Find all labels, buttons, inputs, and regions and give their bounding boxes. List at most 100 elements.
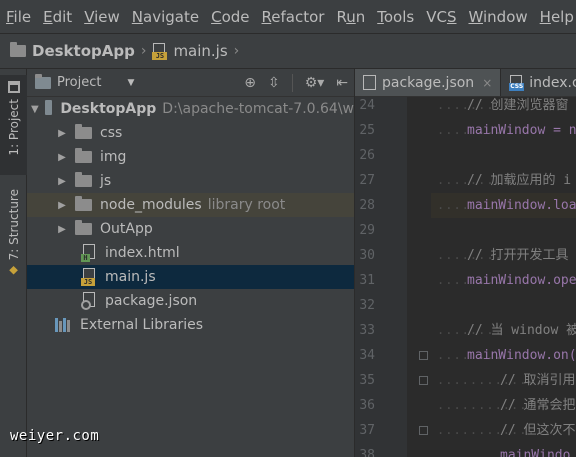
code-line: 31........ mainWindow.ope — [355, 268, 576, 293]
tree-folder[interactable]: ▶ img — [27, 145, 354, 169]
line-number: 33 — [359, 323, 375, 338]
fold-marker-icon[interactable] — [419, 351, 428, 360]
line-number: 34 — [359, 348, 375, 363]
code-line: 33........// 当 window 被 — [355, 318, 576, 343]
code-line: 36..............// 通常会把 — [355, 393, 576, 418]
code-text: mainWindow = n — [467, 123, 576, 138]
code-text: // 加载应用的 i — [467, 173, 572, 188]
code-line: 37..............// 但这次不 — [355, 418, 576, 443]
tree-folder-label: img — [100, 149, 127, 165]
breadcrumb: DesktopApp › JS main.js › — [0, 33, 576, 69]
tab-package-json[interactable]: package.json × — [355, 69, 502, 96]
locate-icon[interactable]: ⊕ — [244, 75, 256, 91]
menu-item[interactable]: File — [0, 8, 37, 26]
tree-folder[interactable]: ▶ node_modules library root — [27, 193, 354, 217]
tree-file-package-json[interactable]: package.json — [27, 289, 354, 313]
tree-file-index-html[interactable]: H index.html — [27, 241, 354, 265]
menu-item[interactable]: Edit — [37, 8, 78, 26]
code-text: // 但这次不 — [500, 423, 576, 438]
tree-folder[interactable]: ▶ js — [27, 169, 354, 193]
line-number: 26 — [359, 148, 375, 163]
code-line: 27........// 加载应用的 i — [355, 168, 576, 193]
code-text: // 通常会把 — [500, 398, 576, 413]
code-text: mainWindow.ope — [467, 273, 576, 288]
line-number: 32 — [359, 298, 375, 313]
tree-root-label: DesktopApp — [60, 101, 157, 117]
tree-root-path: D:\apache-tomcat-7.0.64\w — [162, 101, 354, 117]
tree-file-main-js[interactable]: JS main.js — [27, 265, 354, 289]
folder-icon — [75, 148, 92, 163]
code-line: 26 — [355, 143, 576, 168]
folder-icon — [44, 100, 53, 115]
line-number: 29 — [359, 223, 375, 238]
folder-icon — [10, 42, 26, 57]
menu-item[interactable]: Help — [534, 8, 576, 26]
menu-item[interactable]: Tools — [371, 8, 420, 26]
menu-item[interactable]: Refactor — [256, 8, 331, 26]
line-number: 24 — [359, 98, 375, 113]
tab-label: index.c — [529, 74, 576, 91]
fold-marker-icon[interactable] — [419, 426, 428, 435]
tree-folder-label: css — [100, 125, 123, 141]
project-panel-title[interactable]: Project — [57, 75, 101, 90]
breadcrumb-file[interactable]: JS main.js — [152, 42, 228, 60]
structure-icon: ⯁ — [8, 264, 19, 279]
code-line: 25........ mainWindow = n — [355, 118, 576, 143]
chevron-right-icon[interactable]: ▶ — [55, 224, 69, 235]
chevron-right-icon[interactable]: ▶ — [55, 152, 69, 163]
menu-item[interactable]: Navigate — [126, 8, 205, 26]
chevron-down-icon[interactable]: ▼ — [31, 104, 39, 115]
library-icon — [55, 318, 72, 332]
tree-folder-label: node_modules — [100, 197, 202, 213]
tab-project[interactable]: 1: Project — [0, 75, 27, 175]
gear-icon[interactable]: ⚙▾ — [305, 75, 325, 91]
breadcrumb-project-label: DesktopApp — [32, 42, 135, 60]
tab-structure[interactable]: 7: Structure ⯁ — [0, 189, 27, 289]
hide-panel-icon[interactable]: ⇤ — [336, 75, 348, 91]
code-line: 32 — [355, 293, 576, 318]
tree-root[interactable]: ▼ DesktopApp D:\apache-tomcat-7.0.64\w — [27, 97, 354, 121]
code-text: mainWindow.on( — [467, 348, 576, 363]
tab-index-css[interactable]: CSS index.c — [501, 69, 576, 96]
code-line: 38.............. mainWindo — [355, 443, 576, 457]
chevron-right-icon[interactable]: ▶ — [55, 176, 69, 187]
tree-folder[interactable]: ▶ css — [27, 121, 354, 145]
project-tree: ▼ DesktopApp D:\apache-tomcat-7.0.64\w ▶… — [27, 97, 354, 337]
menu-item[interactable]: VCS — [420, 8, 462, 26]
css-file-icon: CSS — [509, 74, 525, 91]
fold-marker-icon[interactable] — [419, 376, 428, 385]
chevron-right-icon[interactable]: ▶ — [55, 128, 69, 139]
tree-file-label: package.json — [105, 293, 198, 309]
code-text: // 当 window 被 — [467, 323, 576, 338]
line-number: 38 — [359, 448, 375, 457]
folder-icon — [75, 124, 92, 139]
chevron-right-icon: › — [233, 43, 240, 59]
menu-item[interactable]: Run — [330, 8, 371, 26]
code-text: mainWindow.loa — [467, 198, 576, 213]
code-text: // 打开开发工具 — [467, 248, 569, 263]
library-root-hint: library root — [207, 197, 286, 213]
menu-item[interactable]: Window — [462, 8, 533, 26]
close-icon[interactable]: × — [482, 76, 492, 90]
code-area[interactable]: 24........// 创建浏览器窗 25........ mainWindow … — [355, 93, 576, 457]
chevron-right-icon: › — [140, 43, 147, 59]
tree-folder-label: OutApp — [100, 221, 153, 237]
tree-folder[interactable]: ▶ OutApp — [27, 217, 354, 241]
line-number: 36 — [359, 398, 375, 413]
config-file-icon — [363, 75, 376, 90]
line-number: 37 — [359, 423, 375, 438]
code-text: // 取消引用 — [500, 373, 576, 388]
menu-item[interactable]: View — [78, 8, 126, 26]
code-line: 30........// 打开开发工具 — [355, 243, 576, 268]
project-panel: Project ▼ ⊕ ⇳ ⚙▾ ⇤ ▼ DesktopApp D:\apach… — [27, 69, 354, 457]
collapse-all-icon[interactable]: ⇳ — [268, 75, 280, 91]
project-tool-icon — [7, 81, 20, 93]
menu-item[interactable]: Code — [205, 8, 255, 26]
chevron-down-icon[interactable]: ▼ — [127, 78, 134, 88]
chevron-right-icon[interactable]: ▶ — [55, 200, 69, 211]
tool-window-stripe: 1: Project 7: Structure ⯁ — [0, 69, 27, 457]
code-text: mainWindo — [500, 448, 571, 457]
breadcrumb-project[interactable]: DesktopApp — [10, 42, 135, 60]
editor-area: package.json × CSS index.c 24........// … — [355, 69, 576, 457]
tree-external-libraries[interactable]: External Libraries — [27, 313, 354, 337]
